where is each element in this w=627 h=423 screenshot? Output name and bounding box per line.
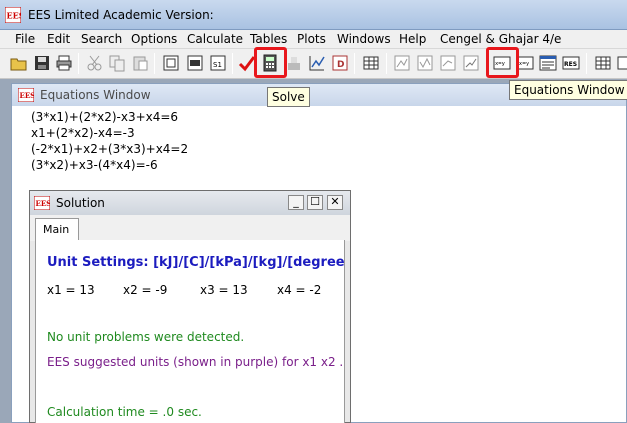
variable-x3[interactable]: x3 = 13 [200,283,248,297]
plot-window-4-icon[interactable] [462,54,480,72]
solve-highlight [254,47,287,78]
svg-text:x=y: x=y [519,61,529,67]
menu-help[interactable]: Help [399,32,426,46]
equation-line: (3*x2)+x3-(4*x4)=-6 [31,158,158,172]
svg-text:EES: EES [20,91,35,100]
cut-icon[interactable] [86,54,104,72]
solution-window-title: Solution [56,196,105,210]
menu-bar: File Edit Search Options Calculate Table… [0,30,627,49]
equation-line: (-2*x1)+x2+(3*x3)+x4=2 [31,142,189,156]
function-info-icon[interactable] [186,54,204,72]
info-icon[interactable] [162,54,180,72]
menu-search[interactable]: Search [81,32,122,46]
menu-plots[interactable]: Plots [297,32,326,46]
plot-window-3-icon[interactable] [439,54,457,72]
solution-window-titlebar[interactable]: EES Solution _ ☐ ✕ [30,191,350,215]
tab-strip: Main [30,215,350,241]
arrays-window-icon[interactable] [594,54,612,72]
ees-logo-icon: EES [34,196,50,210]
svg-text:RES: RES [564,61,577,68]
toolbar-separator [232,53,233,74]
equations-window-tooltip: Equations Window [509,80,627,100]
print-icon[interactable] [55,54,73,72]
plot-icon[interactable] [308,54,326,72]
plot-window-2-icon[interactable] [416,54,434,72]
lookup-table-icon[interactable] [616,54,627,72]
svg-text:EES: EES [7,11,22,21]
toolbar-separator [354,53,355,74]
window-title: EES Limited Academic Version: [28,8,214,22]
solution-window-icon[interactable] [539,54,557,72]
unit-problems-message: No unit problems were detected. [47,330,245,344]
plot-window-1-icon[interactable] [393,54,411,72]
toolbar-separator [78,53,79,74]
equations-text-area[interactable]: (3*x1)+(2*x2)-x3+x4=6 x1+(2*x2)-x4=-3 (-… [31,109,188,173]
toolbar-separator [386,53,387,74]
suggested-units-message: EES suggested units (shown in purple) fo… [47,355,344,369]
equation-line: (3*x1)+(2*x2)-x3+x4=6 [31,110,179,124]
equations-window-highlight [486,47,519,78]
menu-edit[interactable]: Edit [47,32,70,46]
solution-window[interactable]: EES Solution _ ☐ ✕ Main Unit Settings: [… [29,190,351,423]
ees-logo-icon: EES [18,88,34,102]
diagram-icon[interactable]: D [331,54,349,72]
copy-icon[interactable] [108,54,126,72]
maximize-button[interactable]: ☐ [307,195,323,210]
svg-text:S1: S1 [213,61,222,69]
menu-file[interactable]: File [15,32,35,46]
unit-settings: Unit Settings: [kJ]/[C]/[kPa]/[kg]/[degr… [47,255,345,270]
menu-calculate[interactable]: Calculate [187,32,243,46]
title-bar: EES EES Limited Academic Version: [0,0,627,30]
ees-logo-icon: EES [5,7,21,23]
menu-cengel-ghajar[interactable]: Cengel & Ghajar 4/e [440,32,561,46]
parametric-table-icon[interactable] [362,54,380,72]
minimize-button[interactable]: _ [288,195,304,210]
solution-content: Unit Settings: [kJ]/[C]/[kPa]/[kg]/[degr… [35,240,345,423]
paste-icon[interactable] [131,54,149,72]
variable-x1[interactable]: x1 = 13 [47,283,95,297]
variable-x2[interactable]: x2 = -9 [123,283,167,297]
open-folder-icon[interactable] [10,54,28,72]
svg-text:D: D [337,60,344,70]
save-icon[interactable] [33,54,51,72]
menu-windows[interactable]: Windows [337,32,391,46]
toolbar-separator [586,53,587,74]
units-info-icon[interactable]: S1 [209,54,227,72]
residuals-window-icon[interactable]: RES [562,54,580,72]
toolbar-separator [154,53,155,74]
solve-tooltip: Solve [267,87,310,107]
close-button[interactable]: ✕ [327,195,343,210]
min-max-icon[interactable] [285,54,303,72]
toolbar: S1 D x=y x=y RES [0,47,627,79]
calculation-time: Calculation time = .0 sec. [47,405,202,419]
tab-main[interactable]: Main [35,218,79,241]
menu-tables[interactable]: Tables [250,32,287,46]
equations-window-title: Equations Window [40,88,151,102]
equation-line: x1+(2*x2)-x4=-3 [31,126,135,140]
menu-options[interactable]: Options [131,32,177,46]
variable-x4[interactable]: x4 = -2 [277,283,321,297]
svg-text:EES: EES [36,199,51,208]
